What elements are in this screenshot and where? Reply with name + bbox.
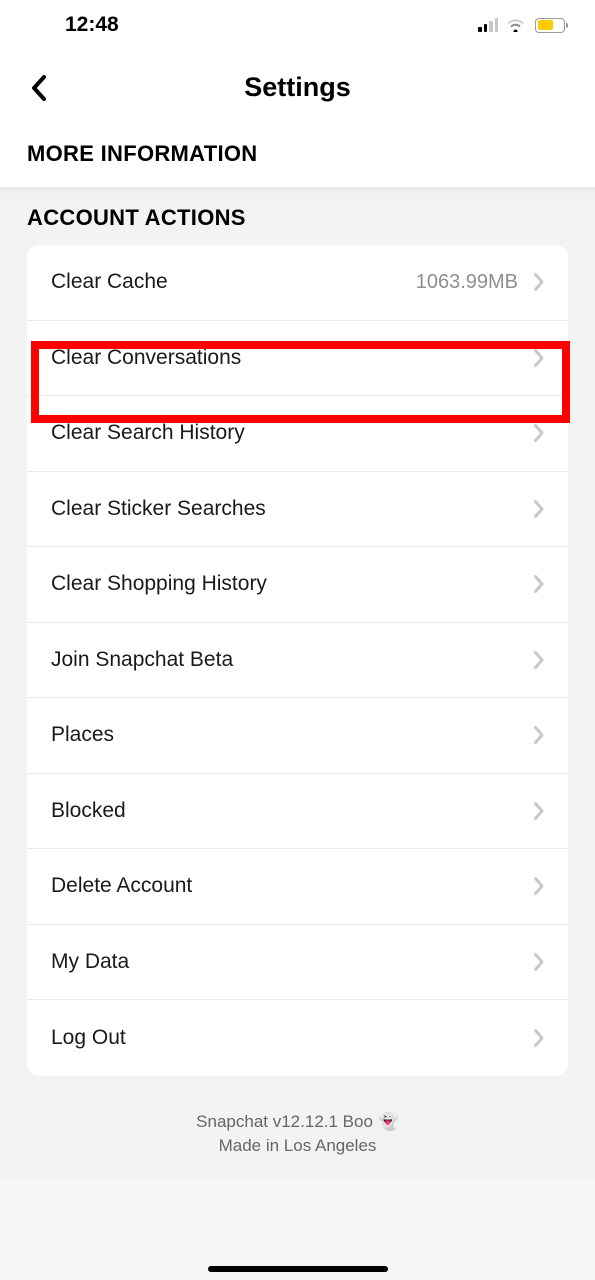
status-icons [478, 18, 565, 33]
row-label: Clear Conversations [51, 346, 534, 370]
places-row[interactable]: Places [27, 698, 568, 774]
home-indicator [208, 1266, 388, 1272]
blocked-row[interactable]: Blocked [27, 774, 568, 850]
cache-size-value: 1063.99MB [416, 271, 518, 294]
chevron-right-icon [534, 500, 544, 518]
chevron-right-icon [534, 802, 544, 820]
chevron-right-icon [534, 424, 544, 442]
status-bar: 12:48 [0, 0, 595, 50]
chevron-right-icon [534, 726, 544, 744]
join-snapchat-beta-row[interactable]: Join Snapchat Beta [27, 623, 568, 699]
row-label: Log Out [51, 1026, 534, 1050]
clear-cache-row[interactable]: Clear Cache 1063.99MB [27, 245, 568, 321]
made-in-line: Made in Los Angeles [0, 1134, 595, 1159]
nav-header: Settings [0, 50, 595, 125]
chevron-right-icon [534, 575, 544, 593]
row-label: Clear Shopping History [51, 572, 534, 596]
row-label: My Data [51, 950, 534, 974]
clear-shopping-history-row[interactable]: Clear Shopping History [27, 547, 568, 623]
cellular-signal-icon [478, 18, 498, 32]
clear-search-history-row[interactable]: Clear Search History [27, 396, 568, 472]
chevron-right-icon [534, 651, 544, 669]
row-label: Clear Cache [51, 270, 416, 294]
clear-conversations-row[interactable]: Clear Conversations [27, 321, 568, 397]
page-title: Settings [0, 72, 595, 103]
chevron-right-icon [534, 349, 544, 367]
battery-icon [535, 18, 565, 33]
section-header-more-information: MORE INFORMATION [0, 125, 595, 187]
wifi-icon [506, 18, 525, 32]
row-label: Clear Sticker Searches [51, 497, 534, 521]
row-label: Delete Account [51, 874, 534, 898]
row-label: Join Snapchat Beta [51, 648, 534, 672]
app-version-footer: Snapchat v12.12.1 Boo 👻 Made in Los Ange… [0, 1076, 595, 1179]
row-label: Blocked [51, 799, 534, 823]
delete-account-row[interactable]: Delete Account [27, 849, 568, 925]
status-time: 12:48 [65, 13, 119, 37]
back-button[interactable] [18, 68, 58, 108]
chevron-left-icon [31, 75, 46, 101]
row-label: Places [51, 723, 534, 747]
chevron-right-icon [534, 1029, 544, 1047]
section-header-account-actions: ACCOUNT ACTIONS [0, 205, 595, 245]
chevron-right-icon [534, 877, 544, 895]
log-out-row[interactable]: Log Out [27, 1000, 568, 1076]
version-line: Snapchat v12.12.1 Boo 👻 [0, 1110, 595, 1135]
chevron-right-icon [534, 273, 544, 291]
chevron-right-icon [534, 953, 544, 971]
row-label: Clear Search History [51, 421, 534, 445]
account-actions-list: Clear Cache 1063.99MB Clear Conversation… [27, 245, 568, 1076]
my-data-row[interactable]: My Data [27, 925, 568, 1001]
clear-sticker-searches-row[interactable]: Clear Sticker Searches [27, 472, 568, 548]
